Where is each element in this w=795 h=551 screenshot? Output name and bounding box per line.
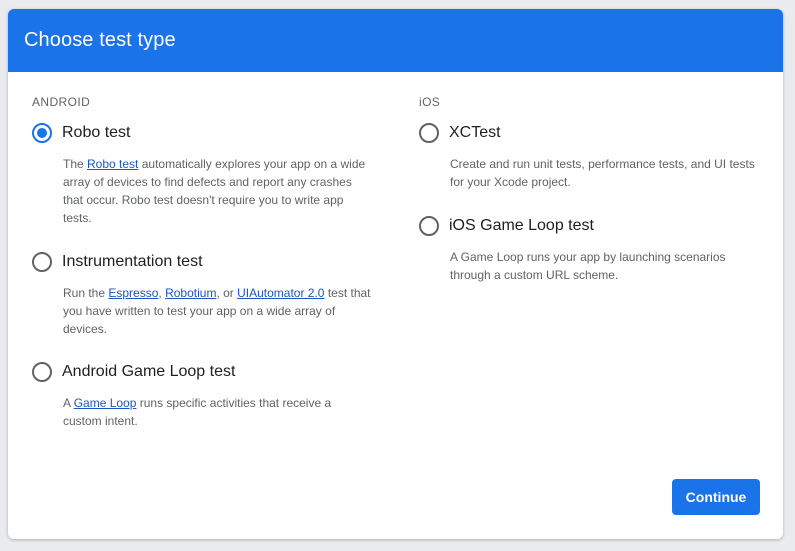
option-ios-game-loop-test: iOS Game Loop test A Game Loop runs your…	[419, 216, 764, 284]
continue-button[interactable]: Continue	[672, 479, 760, 515]
instrumentation-test-radio[interactable]	[32, 252, 52, 272]
xctest-radio-row[interactable]: XCTest	[419, 123, 764, 143]
robo-test-link[interactable]: Robo test	[87, 157, 138, 171]
ios-game-loop-radio-row[interactable]: iOS Game Loop test	[419, 216, 764, 236]
option-robo-test: Robo test The Robo test automatically ex…	[32, 123, 377, 227]
robo-test-label[interactable]: Robo test	[62, 124, 130, 142]
choose-test-type-dialog: Choose test type ANDROID Robo test The R…	[8, 9, 783, 539]
robotium-link[interactable]: Robotium	[165, 286, 216, 300]
instrumentation-test-description: Run the Espresso, Robotium, or UIAutomat…	[63, 284, 373, 338]
ios-game-loop-radio[interactable]	[419, 216, 439, 236]
android-game-loop-description: A Game Loop runs specific activities tha…	[63, 394, 373, 430]
instrumentation-test-label[interactable]: Instrumentation test	[62, 253, 203, 271]
espresso-link[interactable]: Espresso	[108, 286, 158, 300]
android-game-loop-radio[interactable]	[32, 362, 52, 382]
xctest-radio[interactable]	[419, 123, 439, 143]
robo-test-radio[interactable]	[32, 123, 52, 143]
android-section-label: ANDROID	[32, 95, 91, 109]
dialog-header: Choose test type	[8, 9, 783, 72]
ios-section-label: iOS	[419, 95, 441, 109]
desc-text: The	[63, 157, 88, 171]
instrumentation-test-radio-row[interactable]: Instrumentation test	[32, 252, 377, 272]
ios-game-loop-description: A Game Loop runs your app by launching s…	[450, 250, 726, 282]
robo-test-radio-row[interactable]: Robo test	[32, 123, 377, 143]
android-game-loop-radio-row[interactable]: Android Game Loop test	[32, 362, 377, 382]
desc-text: A	[63, 396, 74, 410]
desc-text: Run the	[63, 286, 109, 300]
desc-text: , or	[216, 286, 238, 300]
xctest-label[interactable]: XCTest	[449, 124, 501, 142]
android-game-loop-label[interactable]: Android Game Loop test	[62, 363, 235, 381]
xctest-description: Create and run unit tests, performance t…	[450, 157, 755, 189]
game-loop-link[interactable]: Game Loop	[74, 396, 137, 410]
option-instrumentation-test: Instrumentation test Run the Espresso, R…	[32, 252, 377, 338]
ios-game-loop-label[interactable]: iOS Game Loop test	[449, 217, 594, 235]
uiautomator-link[interactable]: UIAutomator 2.0	[237, 286, 324, 300]
option-xctest: XCTest Create and run unit tests, perfor…	[419, 123, 764, 191]
dialog-title: Choose test type	[24, 29, 176, 51]
robo-test-description: The Robo test automatically explores you…	[63, 155, 373, 227]
option-android-game-loop-test: Android Game Loop test A Game Loop runs …	[32, 362, 377, 430]
